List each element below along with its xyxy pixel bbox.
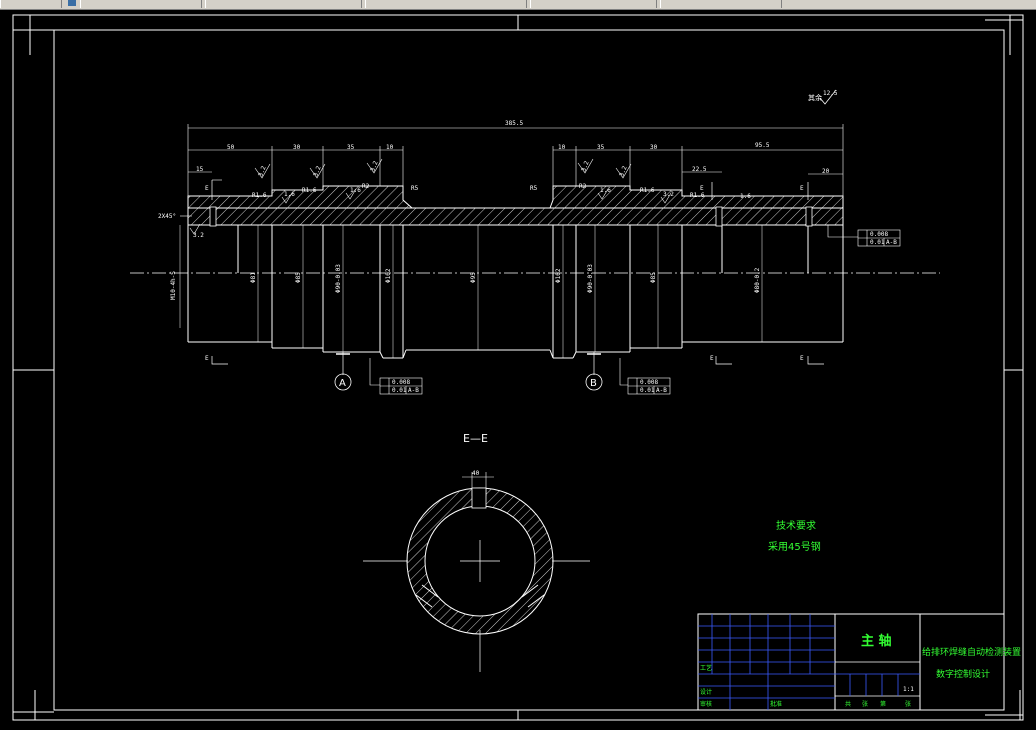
dim-seg-3: 35 bbox=[347, 144, 355, 151]
section-marker-top-left: E bbox=[205, 185, 209, 192]
section-keyway bbox=[471, 487, 487, 509]
fillet-6: R2 bbox=[579, 183, 587, 190]
roughness-mark-4: 1.6 bbox=[350, 187, 361, 194]
fillet-8: R1.6 bbox=[690, 192, 705, 199]
tolerance-frame-1: 0.008 0.01 A-B bbox=[369, 358, 423, 395]
datum-b-label: B bbox=[590, 378, 597, 389]
dia-2: Φ85 bbox=[295, 272, 302, 283]
dia-7: Φ90-0.03 bbox=[587, 264, 594, 293]
row-label-3: 工艺 bbox=[700, 664, 712, 672]
svg-text:0.01: 0.01 bbox=[870, 239, 885, 246]
row-label-4: 批准 bbox=[770, 700, 782, 708]
fillet-2: R1.6 bbox=[302, 187, 317, 194]
keyway-end bbox=[805, 206, 813, 227]
roughness-default-label: 其余 bbox=[808, 93, 822, 102]
section-keyway-dim: 40 bbox=[472, 470, 480, 477]
fillet-3: R2 bbox=[362, 183, 370, 190]
roughness-right-label: 1.6 bbox=[740, 193, 751, 200]
diameter-dim-lines bbox=[179, 225, 763, 358]
fillet-1: R1.6 bbox=[252, 192, 267, 199]
tolerance-frame-3: 0.008 0.01 A-B bbox=[827, 225, 901, 247]
section-view-title: E—E bbox=[463, 432, 488, 445]
datum-a-label: A bbox=[339, 378, 346, 389]
row-label-1: 设计 bbox=[700, 688, 712, 696]
svg-text:0.01: 0.01 bbox=[392, 387, 407, 394]
project-line-2: 数字控制设计 bbox=[936, 668, 990, 680]
svg-text:0.008: 0.008 bbox=[870, 231, 888, 238]
bottom-label-3: 第 bbox=[880, 700, 886, 708]
title-block: 主 轴 给排环焊缝自动检测装置 数字控制设计 1:1 设计 审核 工艺 批准 共… bbox=[697, 613, 1021, 711]
dim-right-long: 95.5 bbox=[755, 142, 770, 149]
keyway-right bbox=[715, 206, 723, 227]
bottom-label-1: 共 bbox=[845, 700, 851, 708]
svg-text:A-B: A-B bbox=[656, 387, 667, 394]
dim-seg-2: 30 bbox=[293, 144, 301, 151]
section-marker-bot-end: E bbox=[800, 355, 804, 362]
part-name: 主 轴 bbox=[861, 633, 892, 649]
tech-req-note: 采用45号钢 bbox=[768, 540, 821, 553]
project-line-1: 给排环焊缝自动检测装置 bbox=[922, 646, 1021, 658]
fillet-4: R5 bbox=[411, 185, 419, 192]
dim-seg-6: 35 bbox=[597, 144, 605, 151]
row-label-2: 审核 bbox=[700, 700, 712, 708]
dia-3: Φ90-0.03 bbox=[335, 264, 342, 293]
dia-1: Φ81 bbox=[250, 272, 257, 283]
fillet-5: R5 bbox=[530, 185, 538, 192]
section-marker-top-end: E bbox=[800, 185, 804, 192]
svg-text:A-B: A-B bbox=[408, 387, 419, 394]
dia-6: Φ102 bbox=[555, 268, 562, 283]
dimension-lines-top bbox=[187, 124, 844, 196]
bottom-label-2: 张 bbox=[862, 700, 868, 708]
keyway-left bbox=[209, 206, 217, 227]
scale-value: 1:1 bbox=[903, 686, 914, 693]
dim-seg-1: 50 bbox=[227, 144, 235, 151]
dim-seg-4: 10 bbox=[386, 144, 394, 151]
dim-seg-5: 10 bbox=[558, 144, 566, 151]
dia-5: Φ95 bbox=[470, 272, 477, 283]
section-marker-bot-right: E bbox=[710, 355, 714, 362]
section-marker-top-right: E bbox=[700, 185, 704, 192]
tolerance-frame-2: 0.008 0.01 A-B bbox=[619, 358, 671, 395]
bottom-label-4: 张 bbox=[905, 700, 911, 708]
dim-overall: 385.5 bbox=[505, 120, 523, 127]
section-marker-bot-left: E bbox=[205, 355, 209, 362]
svg-text:0.008: 0.008 bbox=[392, 379, 410, 386]
cad-drawing-canvas[interactable]: 其余 12.5 385.5 50 30 35 10 10 35 30 95.5 … bbox=[0, 0, 1036, 730]
datum-a-marker: A bbox=[334, 352, 352, 391]
dia-9: Φ80-0.2 bbox=[754, 267, 761, 293]
dia-4: Φ102 bbox=[385, 268, 392, 283]
tech-req-title: 技术要求 bbox=[776, 519, 816, 532]
dim-right-end: 20 bbox=[822, 168, 830, 175]
dim-right-small: 22.5 bbox=[692, 166, 707, 173]
dim-left-small: 15 bbox=[196, 166, 204, 173]
dim-seg-7: 30 bbox=[650, 144, 658, 151]
dia-8: Φ85 bbox=[650, 272, 657, 283]
datum-b-marker: B bbox=[585, 352, 603, 391]
thread-label: M10-4h-S bbox=[170, 271, 177, 300]
fillet-7: R1.6 bbox=[640, 187, 655, 194]
chamfer-label: 2X45° bbox=[158, 213, 176, 220]
svg-text:0.01: 0.01 bbox=[640, 387, 655, 394]
svg-text:A-B: A-B bbox=[886, 239, 897, 246]
svg-text:0.008: 0.008 bbox=[640, 379, 658, 386]
